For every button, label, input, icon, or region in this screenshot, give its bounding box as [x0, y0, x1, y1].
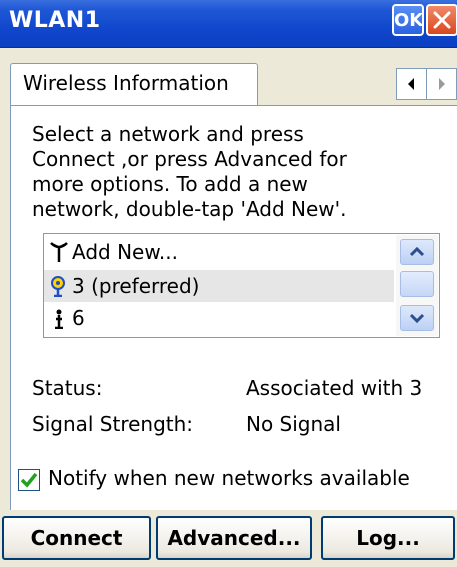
instructions-line: more options. To add a new	[32, 172, 308, 196]
connect-button-label: Connect	[30, 526, 123, 550]
network-label: 6	[72, 306, 85, 330]
scroll-thumb[interactable]	[400, 271, 434, 297]
tab-scroll-left-button[interactable]	[397, 69, 427, 99]
arrow-left-icon	[408, 78, 414, 90]
instructions-line: network, double-tap 'Add New'.	[32, 197, 347, 221]
network-icon	[55, 309, 63, 329]
signal-strength-value: No Signal	[246, 412, 341, 436]
instructions-text: Select a network and press Connect ,or p…	[32, 122, 442, 222]
tab-scroll-buttons	[396, 68, 457, 100]
network-item-add-new[interactable]: Add New...	[44, 236, 394, 268]
close-button[interactable]	[426, 4, 457, 36]
list-scrollbar[interactable]	[396, 235, 438, 336]
scroll-up-button[interactable]	[400, 239, 434, 265]
status-value: Associated with 3	[246, 376, 423, 400]
preferred-network-icon	[51, 276, 65, 297]
close-icon	[433, 11, 451, 29]
instructions-line: Connect ,or press Advanced for	[32, 147, 347, 171]
advanced-button[interactable]: Advanced...	[156, 516, 312, 560]
log-button[interactable]: Log...	[321, 516, 455, 560]
tab-wireless-information[interactable]: Wireless Information	[10, 63, 258, 107]
tab-label: Wireless Information	[23, 71, 229, 95]
instructions-line: Select a network and press	[32, 122, 304, 146]
title-bar: WLAN1 OK	[0, 0, 457, 48]
tab-strip: Wireless Information	[0, 48, 457, 107]
antenna-icon	[50, 242, 68, 262]
network-label: 3 (preferred)	[72, 274, 200, 298]
ok-button[interactable]: OK	[392, 4, 424, 36]
chevron-up-icon	[409, 246, 425, 257]
connect-button[interactable]: Connect	[2, 516, 151, 560]
signal-strength-label: Signal Strength:	[32, 412, 194, 436]
status-label: Status:	[32, 376, 103, 400]
window-title: WLAN1	[9, 8, 101, 33]
log-button-label: Log...	[356, 526, 420, 550]
network-item-3[interactable]: 3 (preferred)	[44, 270, 394, 302]
network-item-6[interactable]: 6	[44, 302, 394, 334]
advanced-button-label: Advanced...	[167, 526, 301, 550]
notify-checkbox[interactable]	[18, 469, 40, 491]
notify-label: Notify when new networks available	[48, 466, 410, 490]
tab-scroll-right-button[interactable]	[427, 69, 456, 99]
checkmark-icon	[20, 472, 38, 488]
network-label: Add New...	[72, 240, 178, 264]
scroll-down-button[interactable]	[400, 305, 434, 331]
arrow-right-icon	[439, 78, 445, 90]
network-list[interactable]: Add New... 3 (preferred) 6	[43, 233, 440, 338]
chevron-down-icon	[409, 313, 425, 324]
